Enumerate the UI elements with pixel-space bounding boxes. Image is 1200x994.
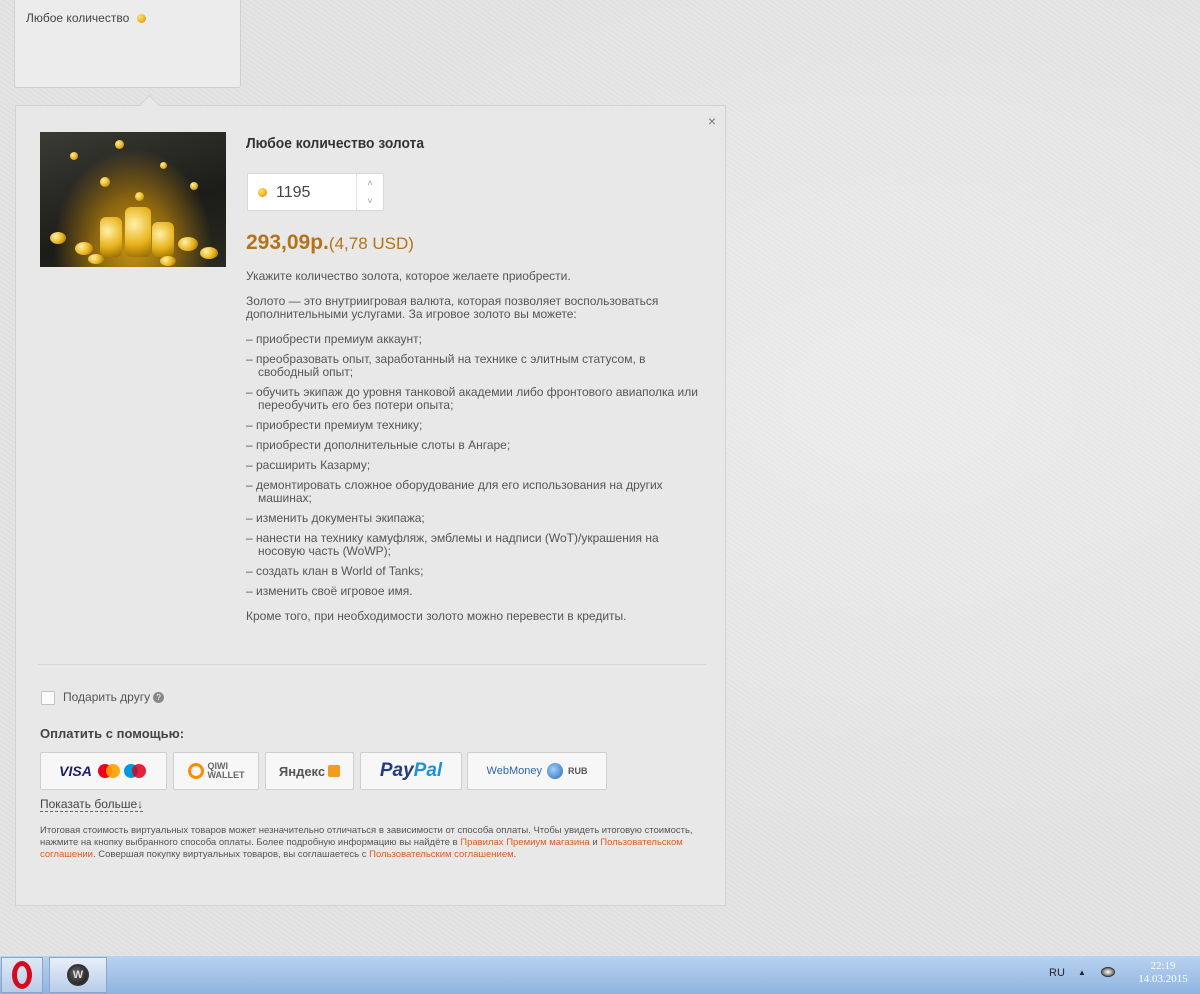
qiwi-icon [187, 763, 204, 779]
description-para: Золото — это внутриигровая валюта, котор… [246, 294, 659, 321]
gift-option[interactable]: Подарить другу? [41, 690, 165, 705]
top-card-text: Любое количество [26, 11, 130, 25]
disclaimer: Итоговая стоимость виртуальных товаров м… [40, 825, 693, 860]
quantity-value[interactable]: 1195 [276, 184, 310, 202]
gift-checkbox[interactable] [41, 690, 55, 705]
webmoney-rub: RUB [567, 766, 588, 776]
opera-taskbar-button[interactable] [1, 957, 43, 993]
product-image [40, 132, 226, 267]
visa-label: VISA [59, 763, 92, 779]
description: Укажите количество золота, которое желае… [246, 270, 706, 635]
payment-title: Оплатить с помощью: [40, 726, 185, 741]
mastercard-icon [97, 764, 120, 778]
store-rules-link[interactable]: Правилах Премиум магазина [460, 837, 589, 848]
quantity-input[interactable]: 1195 ˄ ˅ [247, 173, 384, 211]
price: 293,09р.(4,78 USD) [246, 231, 414, 255]
quantity-stepper[interactable]: ˄ ˅ [356, 174, 383, 210]
list-item: – приобрести премиум аккаунт; [246, 332, 422, 346]
maestro-icon [123, 764, 146, 778]
list-item: – нанести на технику камуфляж, эмблемы и… [246, 531, 659, 558]
wot-taskbar-button[interactable]: W [49, 957, 107, 993]
close-icon[interactable]: × [708, 113, 716, 129]
yandex-label: Яндекс [278, 763, 326, 779]
visa-mastercard-button[interactable]: VISA [40, 752, 167, 790]
list-item: – преобразовать опыт, заработанный на те… [246, 352, 646, 379]
webmoney-label: WebMoney [486, 765, 542, 777]
wot-icon: W [67, 964, 89, 986]
qiwi-button[interactable]: QIWI WALLET [173, 752, 259, 790]
user-agreement-link-2[interactable]: Пользовательским соглашением [369, 849, 514, 860]
help-icon[interactable]: ? [153, 692, 165, 704]
clock-time: 22:19 [1150, 960, 1176, 972]
product-title: Любое количество золота [246, 135, 425, 152]
show-more-link[interactable]: Показать больше↓ [40, 797, 144, 812]
list-item: – расширить Казарму; [246, 458, 371, 472]
clock-date: 14.03.2015 [1138, 973, 1188, 985]
top-card[interactable]: Любое количество [14, 0, 241, 88]
description-outro: Кроме того, при необходимости золото мож… [246, 609, 627, 623]
description-list: – приобрести премиум аккаунт; – преобраз… [246, 333, 706, 598]
yandex-wallet-icon [328, 765, 341, 777]
list-item: – обучить экипаж до уровня танковой акад… [246, 385, 698, 412]
increment-icon[interactable]: ˄ [357, 174, 383, 192]
qiwi-label: QIWI WALLET [207, 761, 245, 780]
paypal-label-1: Pay [379, 760, 414, 781]
list-item: – приобрести премиум технику; [246, 418, 423, 432]
panel-pointer [138, 94, 161, 117]
paypal-button[interactable]: Pay Pal [360, 752, 462, 790]
description-intro: Укажите количество золота, которое желае… [246, 269, 571, 283]
taskbar: W RU ▲ 22:19 14.03.2015 [0, 955, 1200, 994]
top-card-label: Любое количество [26, 11, 146, 25]
product-panel: × Любое количество золота 1195 ˄ ˅ 293,0… [15, 94, 726, 906]
divider [38, 664, 706, 665]
coin-icon [136, 14, 146, 24]
decrement-icon[interactable]: ˅ [357, 192, 383, 210]
list-item: – приобрести дополнительные слоты в Анга… [246, 438, 511, 452]
tray-expand-icon[interactable]: ▲ [1078, 968, 1086, 977]
language-indicator[interactable]: RU [1049, 967, 1065, 979]
coin-icon [258, 188, 267, 197]
list-item: – изменить документы экипажа; [246, 511, 425, 525]
list-item: – изменить своё игровое имя. [246, 584, 413, 598]
price-rub: 293,09р. [246, 231, 329, 254]
price-usd: (4,78 USD) [328, 234, 414, 253]
list-item: – демонтировать сложное оборудование для… [246, 478, 663, 505]
paypal-label-2: Pal [413, 760, 443, 781]
gift-label: Подарить другу [63, 690, 151, 704]
yandex-button[interactable]: Яндекс [265, 752, 354, 790]
list-item: – создать клан в World of Tanks; [246, 564, 424, 578]
webmoney-button[interactable]: WebMoney RUB [467, 752, 607, 790]
opera-icon [12, 961, 32, 989]
clock[interactable]: 22:19 14.03.2015 [1133, 960, 1193, 986]
webmoney-globe-icon [546, 763, 563, 779]
network-icon[interactable] [1101, 967, 1115, 977]
